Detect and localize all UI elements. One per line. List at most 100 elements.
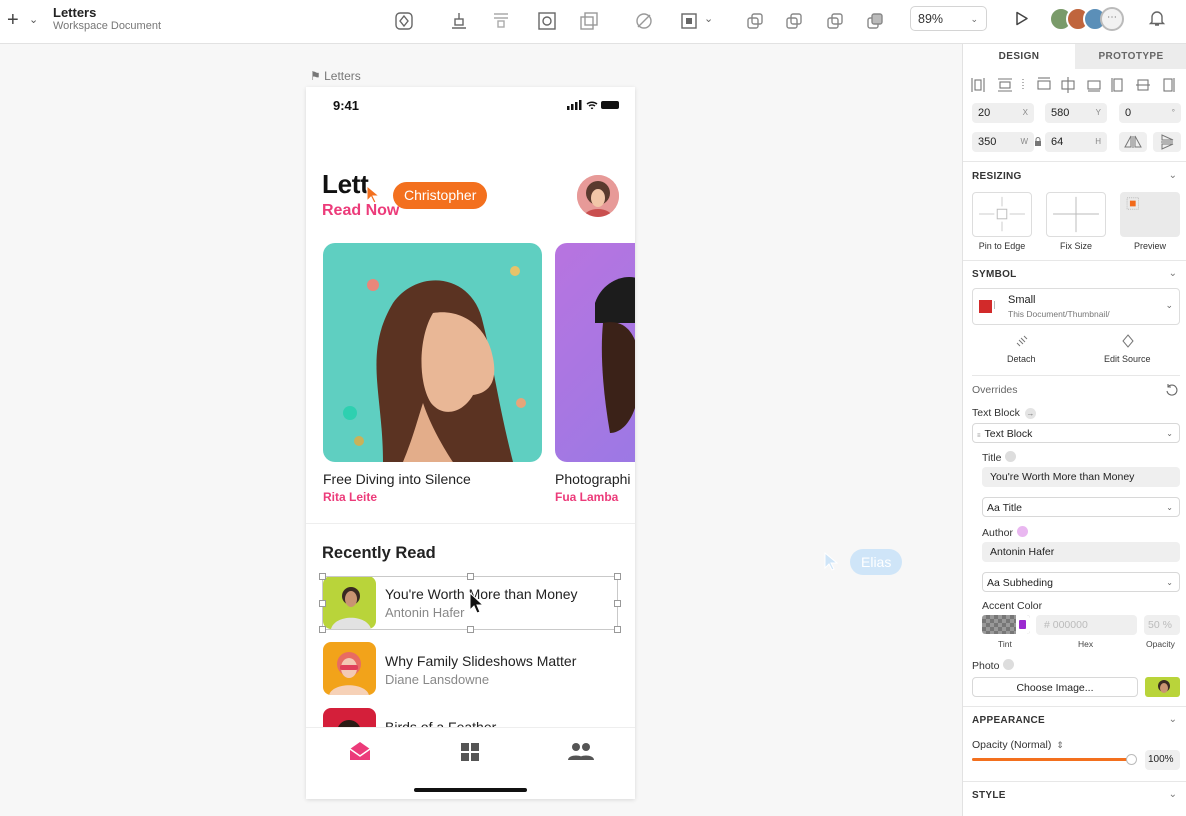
row-thumbnail[interactable] — [323, 642, 376, 695]
edit-source-icon[interactable] — [1121, 334, 1135, 348]
resize-handle[interactable] — [467, 626, 474, 633]
opacity-slider-thumb[interactable] — [1126, 754, 1137, 765]
card-author[interactable]: Rita Leite — [323, 490, 377, 504]
grid-icon[interactable] — [461, 743, 480, 761]
symbol-select[interactable]: Small This Document/Thumbnail/ ⌄ — [972, 288, 1180, 325]
y-field[interactable]: 580 Y — [1045, 103, 1107, 123]
intersect-icon[interactable] — [824, 10, 846, 32]
photo-thumbnail[interactable] — [1145, 677, 1180, 697]
chevron-down-icon[interactable]: ⌄ — [1169, 714, 1177, 725]
resize-handle[interactable] — [614, 626, 621, 633]
choose-image-button[interactable]: Choose Image... — [972, 677, 1138, 697]
slice-icon[interactable] — [633, 10, 655, 32]
lock-icon[interactable] — [1034, 137, 1042, 147]
overrides-title: Overrides — [972, 384, 1018, 396]
zoom-select[interactable]: 89% ⌄ — [910, 6, 987, 31]
chevron-down-icon[interactable]: ⌄ — [1169, 170, 1177, 181]
collaborator-avatars[interactable]: ⋯ — [1049, 7, 1129, 31]
chevron-down-icon[interactable]: ⌄ — [29, 13, 38, 26]
home-indicator — [414, 788, 527, 792]
align-bottom-icon[interactable] — [448, 10, 470, 32]
chevron-down-icon[interactable]: ⌄ — [1169, 268, 1177, 279]
alignment-toolbar[interactable] — [971, 76, 1181, 94]
resize-handle[interactable] — [319, 600, 326, 607]
more-icon[interactable]: ⋯ — [1100, 7, 1124, 31]
resize-handle[interactable] — [614, 600, 621, 607]
opacity-slider-track[interactable] — [972, 754, 1137, 765]
play-icon[interactable] — [1015, 11, 1029, 26]
document-title: Letters — [53, 5, 97, 20]
mail-icon[interactable] — [349, 741, 371, 761]
distribute-icon[interactable] — [490, 10, 512, 32]
featured-card-image[interactable] — [555, 243, 635, 462]
scale-icon[interactable] — [578, 10, 600, 32]
resize-preview — [1120, 192, 1180, 237]
chevron-down-icon: ⌄ — [1166, 578, 1173, 587]
opacity-value-field[interactable]: 100% — [1145, 750, 1180, 770]
zoom-value: 89% — [918, 12, 944, 26]
appearance-title: APPEARANCE — [972, 715, 1046, 726]
arrow-right-icon[interactable]: → — [1024, 408, 1036, 419]
featured-card-image[interactable] — [323, 243, 542, 462]
people-icon[interactable] — [568, 743, 594, 760]
edit-source-button[interactable]: Edit Source — [1104, 354, 1151, 364]
height-field[interactable]: 64 H — [1045, 132, 1107, 152]
detach-button[interactable]: Detach — [1007, 354, 1036, 364]
chevron-down-icon[interactable]: ⌄ — [1169, 789, 1177, 800]
rotation-unit: ° — [1171, 108, 1175, 117]
tint-swatch[interactable] — [982, 615, 1030, 634]
union-icon[interactable] — [744, 10, 766, 32]
opacity-mode-label[interactable]: Opacity (Normal) ⇕ — [972, 739, 1064, 751]
tab-prototype[interactable]: PROTOTYPE — [1075, 44, 1186, 69]
visibility-icon[interactable] — [1016, 526, 1028, 537]
chevron-down-icon: ⌄ — [1165, 300, 1173, 310]
read-now-link[interactable]: Read Now — [322, 202, 399, 220]
create-symbol-icon[interactable] — [393, 10, 415, 32]
difference-icon[interactable] — [864, 10, 886, 32]
subtract-icon[interactable] — [783, 10, 805, 32]
symbol-thumbnail-lines — [994, 301, 1000, 309]
symbol-thumbnail — [979, 300, 992, 313]
detach-icon[interactable] — [1015, 334, 1029, 348]
fix-size-control[interactable] — [1046, 192, 1106, 237]
visibility-icon[interactable] — [1003, 659, 1015, 670]
rotation-value: 0 — [1125, 107, 1132, 119]
card-author[interactable]: Fua Lamba — [555, 490, 618, 504]
opacity-input[interactable]: 50 % — [1144, 615, 1180, 635]
title-override-input[interactable]: You're Worth More than Money — [982, 467, 1180, 487]
title-override-label: Title — [982, 451, 1017, 464]
title-style-select[interactable]: Aa Title ⌄ — [982, 497, 1180, 517]
title-style-value: Aa Title — [987, 502, 1023, 514]
flip-vertical-button[interactable] — [1153, 132, 1181, 152]
tab-design[interactable]: DESIGN — [963, 44, 1075, 69]
resize-handle[interactable] — [319, 573, 326, 580]
flip-vertical-icon — [1161, 134, 1174, 150]
pin-to-edge-control[interactable] — [972, 192, 1032, 237]
rotation-field[interactable]: 0 ° — [1119, 103, 1181, 123]
tint-color-chip — [1019, 620, 1026, 629]
resize-handle[interactable] — [319, 626, 326, 633]
profile-avatar[interactable] — [577, 175, 619, 217]
chevron-down-icon[interactable]: ⌄ — [704, 12, 713, 25]
text-block-select[interactable]: ≡ Text Block ⌄ — [972, 423, 1180, 443]
artboard-label[interactable]: ⚑ Letters — [310, 69, 361, 83]
resize-handle[interactable] — [467, 573, 474, 580]
mask-icon[interactable] — [536, 10, 558, 32]
stepper-icon: ⇕ — [1056, 740, 1064, 750]
pin-to-edge-label: Pin to Edge — [978, 241, 1026, 251]
author-style-select[interactable]: Aa Subheding ⌄ — [982, 572, 1180, 592]
author-override-input[interactable]: Antonin Hafer — [982, 542, 1180, 562]
text-block-value: Text Block — [984, 428, 1033, 440]
x-field[interactable]: 20 X — [972, 103, 1034, 123]
add-icon[interactable]: + — [7, 9, 19, 32]
resize-handle[interactable] — [614, 573, 621, 580]
bell-icon[interactable] — [1148, 9, 1166, 27]
visibility-icon[interactable] — [1005, 451, 1017, 462]
opacity-label: Opacity — [1146, 639, 1175, 649]
width-field[interactable]: 350 W — [972, 132, 1034, 152]
reset-overrides-icon[interactable] — [1165, 383, 1178, 396]
hex-input[interactable]: # 000000 — [1036, 615, 1137, 635]
frame-icon[interactable] — [678, 10, 700, 32]
symbol-path: This Document/Thumbnail/ — [1008, 309, 1110, 319]
flip-horizontal-button[interactable] — [1119, 132, 1147, 152]
